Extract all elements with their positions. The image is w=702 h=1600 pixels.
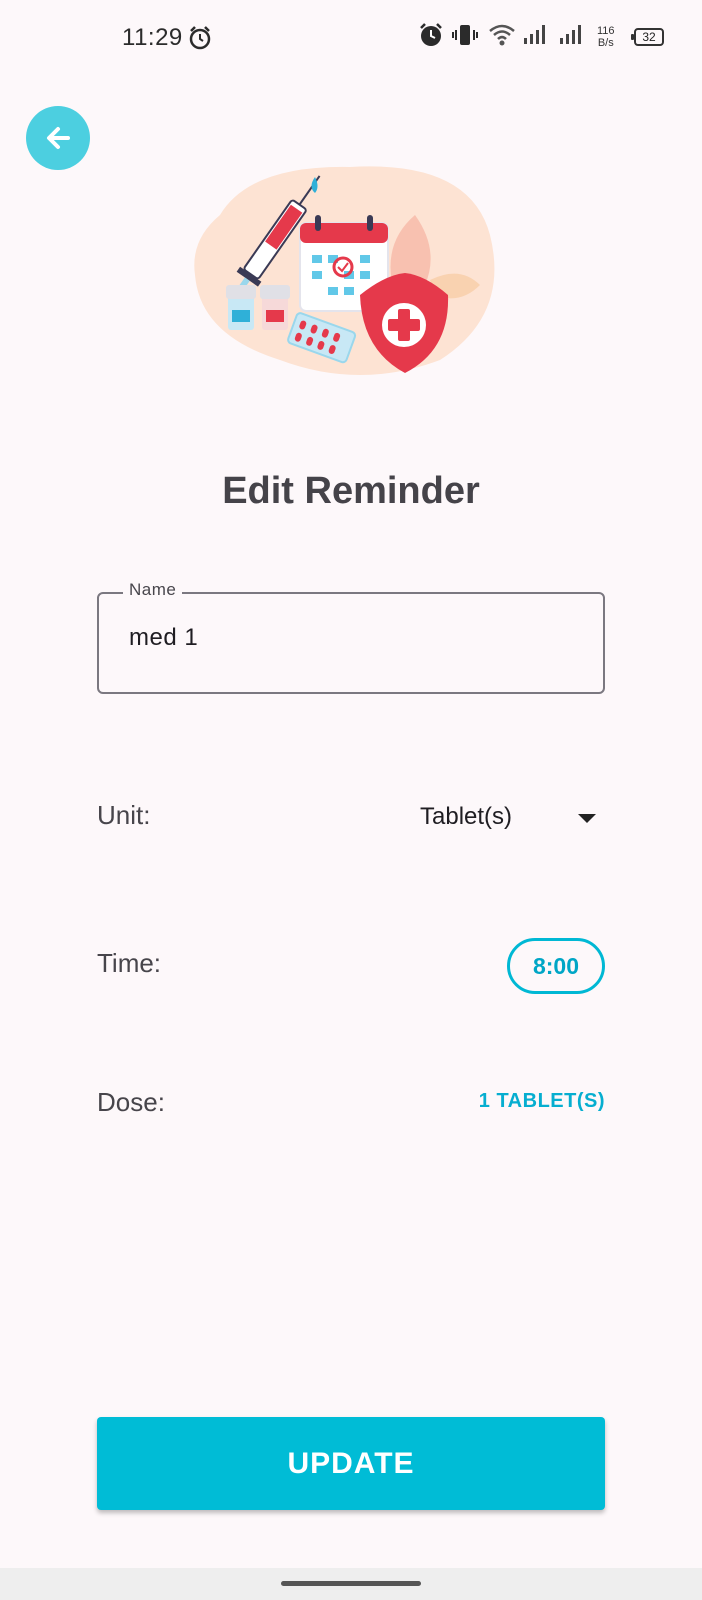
network-speed: 116 B/s <box>597 25 615 49</box>
signal-icon <box>558 22 586 52</box>
update-button[interactable]: UPDATE <box>97 1417 605 1510</box>
unit-label: Unit: <box>97 800 151 830</box>
status-bar: 11:29 116 B/s 32 <box>0 0 702 80</box>
network-speed-value: 116 <box>597 25 615 37</box>
name-field-label: Name <box>123 580 183 600</box>
arrow-left-icon <box>47 127 70 149</box>
battery-level: 32 <box>642 30 656 44</box>
caret-down-icon <box>578 814 596 823</box>
status-time: 11:29 <box>122 24 183 51</box>
name-field[interactable]: Name med 1 <box>97 580 605 694</box>
vibrate-icon <box>452 22 478 52</box>
unit-select-value: Tablet(s) <box>420 803 513 830</box>
wifi-icon <box>488 22 516 52</box>
unit-select[interactable]: Tablet(s) <box>420 800 605 836</box>
update-button-label: UPDATE <box>287 1446 415 1480</box>
network-speed-unit: B/s <box>597 37 614 49</box>
dose-button[interactable]: 1 TABLET(S) <box>440 1090 605 1113</box>
navigation-bar <box>0 1568 702 1600</box>
time-chip[interactable]: 8:00 <box>507 938 605 994</box>
home-handle[interactable] <box>281 1581 421 1586</box>
back-button[interactable] <box>26 106 90 170</box>
dose-label: Dose: <box>97 1087 165 1117</box>
alarm-icon <box>418 22 444 52</box>
time-chip-value: 8:00 <box>532 952 580 979</box>
alarm-icon <box>188 25 212 56</box>
name-field-value[interactable]: med 1 <box>129 624 198 652</box>
battery-icon: 32 <box>631 28 664 46</box>
signal-icon <box>522 22 550 52</box>
page-title: Edit Reminder <box>222 470 480 512</box>
time-label: Time: <box>97 948 162 978</box>
medical-reminder-illustration <box>190 155 510 385</box>
